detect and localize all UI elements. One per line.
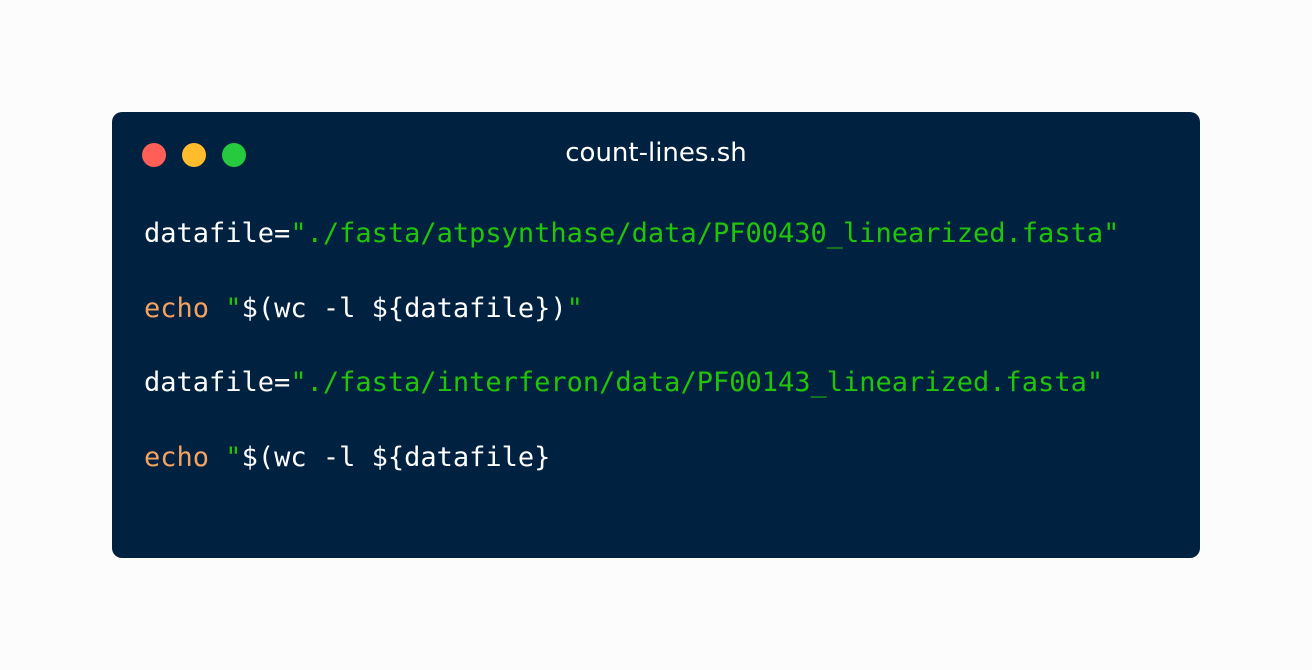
code-string: "./fasta/interferon/data/PF00143_lineari… bbox=[290, 367, 1104, 398]
window-title: count-lines.sh bbox=[565, 138, 747, 168]
code-expression: $(wc -l ${datafile} bbox=[241, 441, 551, 473]
code-variable-assignment: datafile= bbox=[144, 367, 291, 398]
code-line: echo "$(wc -l ${datafile})" bbox=[144, 289, 1119, 364]
code-keyword: echo bbox=[144, 292, 210, 324]
code-keyword: echo bbox=[144, 441, 210, 473]
code-quote-open: " bbox=[225, 441, 242, 473]
code-expression: $(wc -l ${datafile}) bbox=[241, 292, 567, 324]
code-variable-assignment: datafile= bbox=[144, 218, 291, 249]
code-window: count-lines.sh datafile="./fasta/atpsynt… bbox=[112, 112, 1200, 558]
code-line: echo "$(wc -l ${datafile} bbox=[144, 438, 1119, 513]
code-quote-open: " bbox=[225, 292, 242, 324]
code-line: datafile="./fasta/atpsynthase/data/PF004… bbox=[144, 214, 1119, 289]
code-block[interactable]: datafile="./fasta/atpsynthase/data/PF004… bbox=[144, 214, 1119, 512]
code-string: "./fasta/atpsynthase/data/PF00430_linear… bbox=[290, 218, 1120, 249]
code-quote-close: " bbox=[566, 292, 583, 324]
code-line: datafile="./fasta/interferon/data/PF0014… bbox=[144, 363, 1119, 438]
